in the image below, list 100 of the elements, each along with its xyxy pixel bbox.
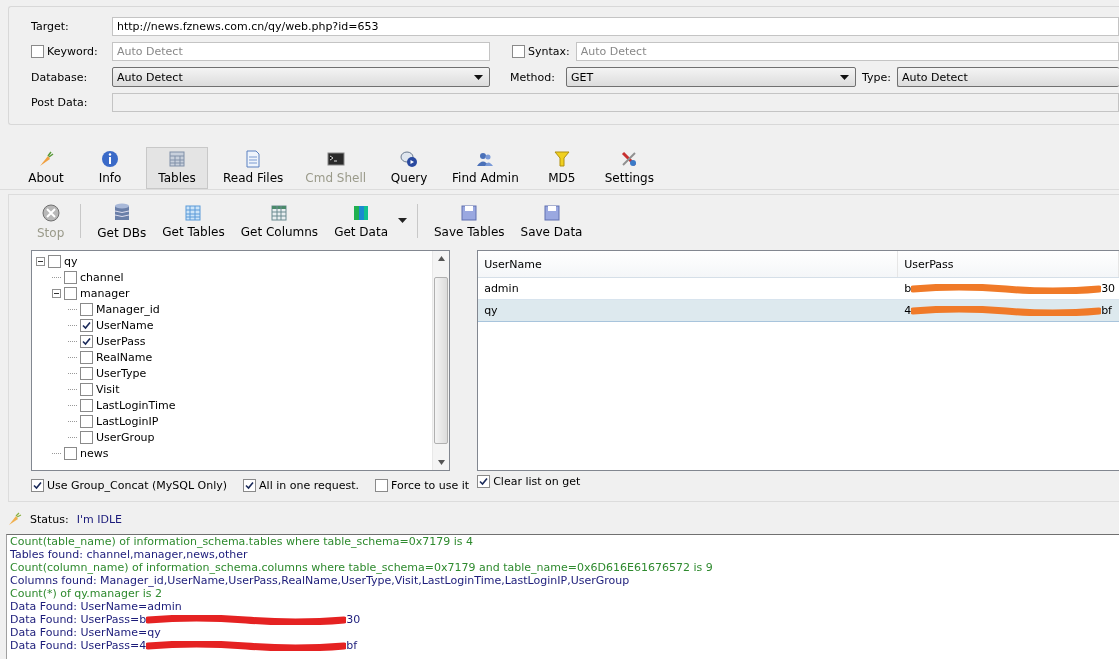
log-line: Columns found: Manager_id,UserName,UserPass,RealName,UserType,Visit,LastLoginTime,LastLoginIP,UserGroup [10,574,630,587]
checkbox[interactable] [375,478,388,492]
tree-item[interactable]: UserName [96,318,154,332]
checkbox[interactable] [64,286,77,300]
toolbar-tab[interactable]: Read Files [216,147,291,189]
table-row[interactable]: qy 4 bf [478,300,1119,322]
field-label: Type: [862,70,891,84]
toolbar-button[interactable]: Get DBs [91,202,153,240]
scroll-up-icon[interactable] [437,256,445,261]
field-label: Database: [31,70,89,84]
tree-item[interactable]: channel [80,270,124,284]
method-dropdown[interactable]: GET [566,67,856,87]
grid-icon [184,203,203,222]
log-line: Tables found: channel,manager,news,other [10,548,248,561]
log-line: Data Found: UserPass=b [10,613,147,626]
database-dropdown[interactable]: Auto Detect [112,67,490,87]
collapse-icon[interactable] [52,288,61,298]
checkbox[interactable] [477,474,491,488]
field-label: Method: [510,70,556,84]
carrot-icon [37,150,55,168]
checkbox[interactable] [80,414,93,428]
checkbox[interactable] [80,366,93,380]
checkbox[interactable] [31,45,44,58]
toolbar-tab[interactable]: Query [381,147,438,189]
toolbar-button[interactable]: Get Data [328,203,394,239]
collapse-icon[interactable] [36,256,45,266]
keyword-field[interactable]: Auto Detect [112,42,490,61]
status-text: I'm IDLE [76,512,123,526]
data-icon [352,203,371,222]
checkbox[interactable] [243,478,257,492]
stop-icon [40,202,61,223]
toolbar-tab[interactable]: MD5 [533,147,590,189]
users-icon [476,150,495,168]
tools-icon [620,150,639,168]
target-field[interactable]: http://news.fznews.com.cn/qy/web.php?id=653 [112,17,1119,36]
checkbox[interactable] [64,446,77,460]
tree-item[interactable]: Visit [96,382,120,396]
checkbox[interactable] [80,398,93,412]
checkbox[interactable] [48,254,61,268]
checkbox[interactable] [80,318,93,332]
checkbox[interactable] [31,478,44,492]
table-cell: bf [1101,304,1112,317]
table-cell: 4 [904,304,912,317]
tree-item[interactable]: UserGroup [96,430,155,444]
table-cell: qy [484,304,498,317]
tree-item[interactable]: UserType [96,366,147,380]
table-icon [168,150,186,168]
toolbar-button[interactable]: Get Tables [156,203,231,239]
log-line: Count(table_name) of information_schema.tables where table_schema=0x7179 is 4 [10,535,474,548]
option-label: Clear list on get [493,474,581,488]
post-data-field[interactable] [112,93,1119,112]
floppy-icon [460,203,479,222]
tree-item[interactable]: news [80,446,109,460]
option-label: All in one request. [259,478,359,492]
tree-item[interactable]: UserPass [96,334,146,348]
tree-item[interactable]: LastLoginTime [96,398,176,412]
tree-item[interactable]: RealName [96,350,153,364]
tree-item[interactable]: qy [64,254,78,268]
log-line: bf [346,639,358,652]
scrollbar[interactable] [432,251,449,470]
tree-item[interactable]: manager [80,286,130,300]
toolbar-tab[interactable]: About [18,147,74,189]
toolbar-button[interactable]: Save Tables [428,203,511,239]
checkbox[interactable] [80,350,93,364]
column-header[interactable]: UserPass [898,251,1119,277]
query-icon [400,150,419,168]
field-label: Post Data: [31,96,89,109]
log-line: Count(*) of qy.manager is 2 [10,587,162,600]
toolbar-tab[interactable]: Info [82,147,138,189]
checkbox[interactable] [80,302,93,316]
option-label: Force to use it [391,478,470,492]
toolbar-button[interactable]: Get Columns [234,203,325,239]
terminal-icon [326,150,345,168]
checkbox[interactable] [64,270,77,284]
toolbar-button[interactable]: Save Data [514,203,589,239]
checkbox[interactable] [80,430,93,444]
tree-item[interactable]: Manager_id [96,302,160,316]
checkbox[interactable] [512,45,525,58]
caret-icon [840,74,849,80]
toolbar-tab[interactable]: Find Admin [445,147,526,189]
tree-item[interactable]: LastLoginIP [96,414,159,428]
syntax-field[interactable]: Auto Detect [575,42,1119,61]
dropdown-arrow-icon[interactable] [398,218,407,224]
checkbox[interactable] [80,334,93,348]
scroll-down-icon[interactable] [437,460,445,465]
toolbar-tab[interactable]: Tables [146,147,208,189]
caret-icon [474,74,483,80]
option-label: Use Group_Concat (MySQL Only) [47,478,228,492]
type-dropdown[interactable]: Auto Detect [897,67,1119,87]
log-line: 30 [346,613,361,626]
table-cell: admin [484,282,519,295]
table-cell: b [904,282,912,295]
checkbox[interactable] [80,382,93,396]
toolbar-tab[interactable]: Settings [597,147,661,189]
database-icon [112,202,131,223]
log-line: Count(column_name) of information_schema.columns where table_schema=0x7179 and table_name=0x6D616E61676572 is 9 [10,561,713,574]
carrot-icon [8,512,22,526]
column-header[interactable]: UserName [478,251,899,277]
field-label: Keyword: [47,45,98,58]
field-label: Syntax: [528,45,570,58]
